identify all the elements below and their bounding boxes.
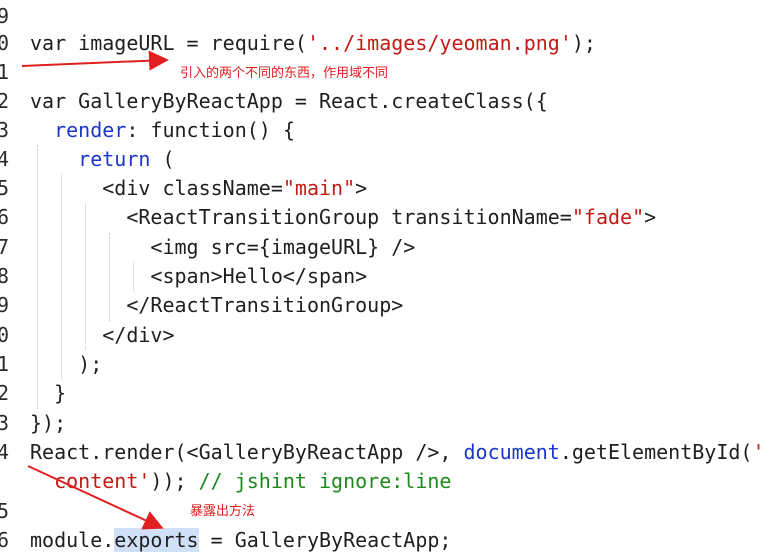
code-text: var imageURL = require('../images/yeoman… [30, 29, 596, 58]
code-token: : function() { [126, 118, 295, 142]
code-text: </div> [30, 321, 175, 350]
code-line[interactable]: 1 ); [0, 350, 783, 379]
code-line[interactable]: 6 <ReactTransitionGroup transitionName="… [0, 203, 783, 232]
code-line[interactable]: 8 <span>Hello</span> [0, 262, 783, 291]
code-text: }); [30, 409, 66, 438]
line-number: 2 [0, 89, 10, 113]
line-number: 3 [0, 118, 10, 142]
code-line[interactable]: 0 var imageURL = require('../images/yeoma… [0, 29, 783, 58]
line-number: 5 [0, 499, 10, 523]
line-number: 7 [0, 235, 10, 259]
code-text: return ( [30, 145, 175, 174]
annotation-export-note: 暴露出方法 [190, 504, 256, 519]
line-number: 0 [0, 31, 10, 55]
code-token: } [30, 381, 67, 405]
code-token: }); [30, 411, 67, 435]
code-token: "fade" [571, 205, 645, 229]
line-number: 9 [0, 293, 10, 317]
code-line[interactable]: content')); // jshint ignore:line [0, 467, 783, 496]
code-token: React.render(<GalleryByReactApp />, [30, 440, 464, 464]
code-editor[interactable]: 9 0 var imageURL = require('../images/yeom… [0, 0, 783, 559]
indent-guide [61, 174, 62, 379]
code-line[interactable]: 1 [0, 58, 783, 87]
code-text: render: function() { [30, 116, 295, 145]
line-number: 1 [0, 352, 10, 376]
code-token: </div> [30, 323, 175, 347]
code-token: )); [150, 469, 199, 493]
code-text: } [30, 379, 66, 408]
code-token: // jshint ignore:line [198, 469, 452, 493]
code-token: '../images/yeoman.png' [306, 31, 572, 55]
code-token: ' [752, 440, 765, 464]
code-text: React.render(<GalleryByReactApp />, docu… [30, 438, 765, 467]
code-token: <img src={imageURL} /> [30, 235, 416, 259]
code-line[interactable]: 7 <img src={imageURL} /> [0, 233, 783, 262]
code-text: ); [30, 350, 102, 379]
code-token: content' [54, 469, 151, 493]
code-line[interactable]: 9 </ReactTransitionGroup> [0, 291, 783, 320]
code-line[interactable]: 6 module.exports = GalleryByReactApp; [0, 526, 783, 555]
code-token: var imageURL = require( [30, 31, 307, 55]
line-number: 8 [0, 264, 10, 288]
line-number: 0 [0, 323, 10, 347]
line-number: 4 [0, 147, 10, 171]
code-text: <span>Hello</span> [30, 262, 367, 291]
code-line[interactable]: 5 <div className="main"> [0, 174, 783, 203]
indent-guide [109, 233, 110, 321]
code-line[interactable]: 3}); [0, 409, 783, 438]
code-token: render [54, 118, 127, 142]
code-token: ); [571, 31, 596, 55]
code-line[interactable]: 2 } [0, 379, 783, 408]
line-number: 6 [0, 205, 10, 229]
indent-guide [37, 145, 38, 409]
code-token: > [644, 205, 657, 229]
code-text: <ReactTransitionGroup transitionName="fa… [30, 203, 656, 232]
annotation-scope-note: 引入的两个不同的东西，作用域不同 [180, 66, 389, 81]
code-text: <div className="main"> [30, 174, 367, 203]
code-token: .getElementById( [559, 440, 753, 464]
line-number: 2 [0, 381, 10, 405]
code-line[interactable]: 2 var GalleryByReactApp = React.createCla… [0, 87, 783, 116]
code-token: = GalleryByReactApp; [198, 528, 452, 552]
code-line[interactable]: 4 return ( [0, 145, 783, 174]
code-token: <span>Hello</span> [30, 264, 368, 288]
code-line[interactable]: 4 React.render(<GalleryByReactApp />, doc… [0, 438, 783, 467]
line-number: 5 [0, 176, 10, 200]
code-line[interactable]: 5 [0, 497, 783, 526]
line-number: 1 [0, 60, 10, 84]
indent-guide [85, 203, 86, 350]
code-text: var GalleryByReactApp = React.createClas… [30, 87, 548, 116]
selected-token: exports [114, 528, 199, 552]
line-number: 3 [0, 411, 10, 435]
line-number: 4 [0, 440, 10, 464]
code-token: ( [150, 147, 175, 171]
code-text: <img src={imageURL} /> [30, 233, 415, 262]
code-line[interactable]: 9 [0, 2, 783, 31]
code-text: module.exports = GalleryByReactApp; [30, 526, 451, 555]
code-token: <ReactTransitionGroup transitionName= [30, 205, 572, 229]
code-line[interactable]: 0 </div> [0, 321, 783, 350]
code-token: "main" [282, 176, 356, 200]
code-token: module. [30, 528, 115, 552]
code-token: <div className= [30, 176, 283, 200]
code-token: return [78, 147, 151, 171]
code-token: ); [30, 352, 103, 376]
code-line[interactable]: 3 render: function() { [0, 116, 783, 145]
code-token: document [463, 440, 560, 464]
indent-guide [133, 262, 134, 291]
line-number: 6 [0, 528, 10, 552]
code-token: > [355, 176, 368, 200]
code-text: content')); // jshint ignore:line [30, 467, 451, 496]
code-token: var GalleryByReactApp = React.createClas… [30, 89, 548, 113]
line-number: 9 [0, 4, 10, 28]
